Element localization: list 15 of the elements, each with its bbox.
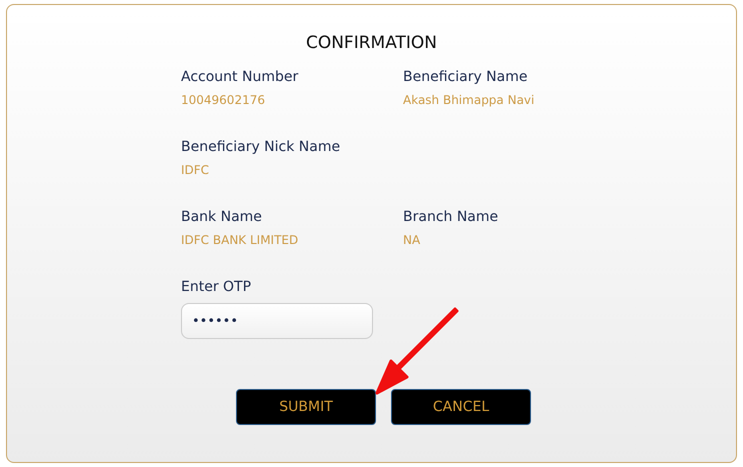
submit-button[interactable]: SUBMIT [236,389,376,425]
field-label: Bank Name [181,209,263,227]
field-value: Akash Bhimappa Navi [403,93,536,107]
otp-label: Enter OTP [181,279,252,297]
field-label: Beneficiary Nick Name [181,139,342,157]
field-value: NA [403,233,422,247]
dialog-title: CONFIRMATION [304,33,438,53]
field-value: IDFC [181,163,210,177]
field-value: IDFC BANK LIMITED [181,233,300,247]
field-label: Branch Name [403,209,500,227]
cancel-button[interactable]: CANCEL [391,389,531,425]
otp-field[interactable]: •••••• [181,303,373,339]
field-label: Account Number [181,69,300,87]
field-value: 10049602176 [181,93,266,107]
field-label: Beneficiary Name [403,69,528,87]
